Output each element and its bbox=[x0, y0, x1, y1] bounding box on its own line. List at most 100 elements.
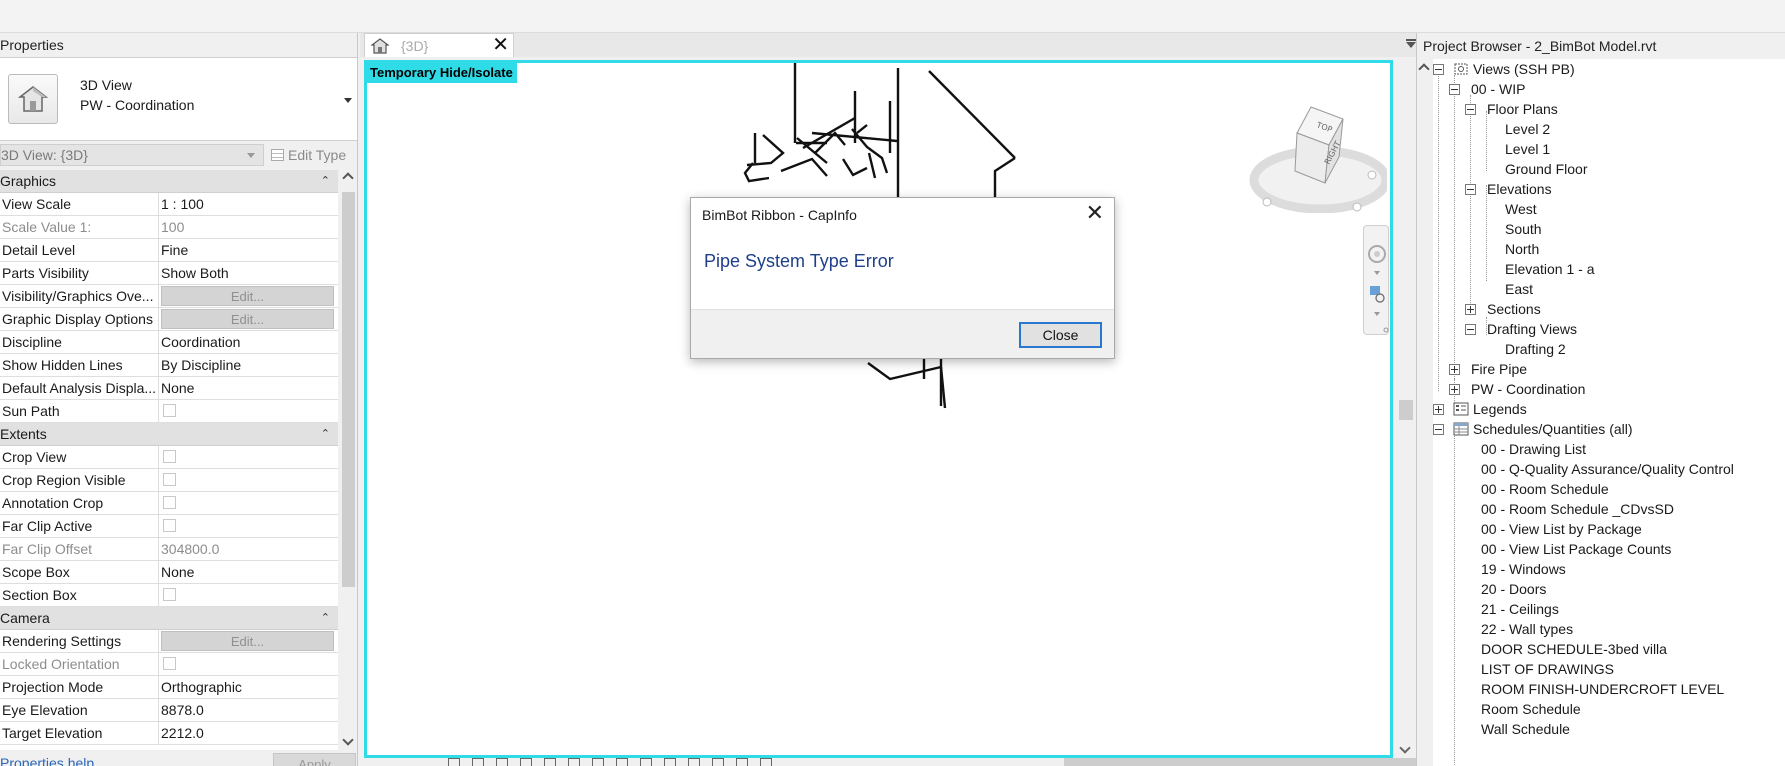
view-control-icon[interactable] bbox=[616, 758, 628, 766]
expand-icon[interactable] bbox=[1465, 304, 1476, 315]
view-control-icon[interactable] bbox=[592, 758, 604, 766]
properties-scrollbar[interactable] bbox=[339, 170, 357, 750]
navbar-options-icon[interactable] bbox=[1383, 327, 1389, 333]
eye-elevation-value[interactable]: 8878.0 bbox=[159, 699, 338, 721]
view-control-icon[interactable] bbox=[760, 758, 772, 766]
view-control-icon[interactable] bbox=[640, 758, 652, 766]
property-row[interactable]: Discipline Coordination bbox=[0, 331, 338, 354]
scroll-thumb[interactable] bbox=[1399, 400, 1413, 420]
vg-edit-button[interactable]: Edit... bbox=[161, 286, 334, 306]
properties-help-link[interactable]: Properties help bbox=[0, 755, 94, 766]
tree-leaf-schedule[interactable]: 00 - View List by Package bbox=[1481, 519, 1642, 540]
view-control-icon[interactable] bbox=[520, 758, 532, 766]
scroll-down-icon[interactable] bbox=[342, 734, 354, 746]
tree-leaf-elevation-1-a[interactable]: Elevation 1 - a bbox=[1505, 259, 1595, 280]
collapse-icon[interactable]: ⌃ bbox=[321, 170, 330, 193]
view-scale-value[interactable]: 1 : 100 bbox=[159, 193, 338, 215]
close-button[interactable]: Close bbox=[1019, 322, 1102, 348]
expand-icon[interactable] bbox=[1433, 404, 1444, 415]
scroll-thumb[interactable] bbox=[342, 192, 355, 587]
rendering-settings-edit-button[interactable]: Edit... bbox=[161, 631, 334, 651]
steering-wheel-dropdown-icon[interactable] bbox=[1374, 271, 1380, 275]
view-control-icon[interactable] bbox=[472, 758, 484, 766]
view-control-icon[interactable] bbox=[736, 758, 748, 766]
sun-path-checkbox[interactable] bbox=[163, 404, 176, 417]
tree-leaf-schedule[interactable]: 22 - Wall types bbox=[1481, 619, 1573, 640]
collapse-icon[interactable] bbox=[1465, 184, 1476, 195]
view-control-icon[interactable] bbox=[568, 758, 580, 766]
zoom-dropdown-icon[interactable] bbox=[1374, 312, 1380, 316]
view-control-icon[interactable] bbox=[688, 758, 700, 766]
property-row[interactable]: Default Analysis Displa... None bbox=[0, 377, 338, 400]
collapse-icon[interactable] bbox=[1465, 104, 1476, 115]
expand-icon[interactable] bbox=[1449, 384, 1460, 395]
graphic-display-edit-button[interactable]: Edit... bbox=[161, 309, 334, 329]
scroll-up-icon[interactable] bbox=[1418, 63, 1430, 75]
section-box-checkbox[interactable] bbox=[163, 588, 176, 601]
tree-leaf-ground-floor[interactable]: Ground Floor bbox=[1505, 159, 1587, 180]
tree-leaf-drafting-2[interactable]: Drafting 2 bbox=[1505, 339, 1566, 360]
property-row[interactable]: Target Elevation 2212.0 bbox=[0, 722, 338, 745]
tree-leaf-schedule[interactable]: 00 - Q-Quality Assurance/Quality Control bbox=[1481, 459, 1734, 480]
annotation-crop-checkbox[interactable] bbox=[163, 496, 176, 509]
view-vertical-scrollbar[interactable] bbox=[1396, 60, 1416, 758]
hidden-lines-value[interactable]: By Discipline bbox=[159, 354, 338, 376]
tab-3d-view[interactable]: {3D} ✕ bbox=[364, 33, 514, 57]
discipline-value[interactable]: Coordination bbox=[159, 331, 338, 353]
tree-leaf-level-2[interactable]: Level 2 bbox=[1505, 119, 1550, 140]
edit-type-button[interactable]: Edit Type bbox=[271, 144, 346, 166]
tree-leaf-schedule[interactable]: Wall Schedule bbox=[1481, 719, 1570, 740]
3d-viewport[interactable]: Temporary Hide/Isolate TOP RIGHT bbox=[364, 60, 1393, 758]
tree-leaf-south[interactable]: South bbox=[1505, 219, 1542, 240]
collapse-icon[interactable] bbox=[1449, 84, 1460, 95]
property-row[interactable]: Eye Elevation 8878.0 bbox=[0, 699, 338, 722]
tree-leaf-schedule[interactable]: ROOM FINISH-UNDERCROFT LEVEL bbox=[1481, 679, 1724, 700]
target-elevation-value[interactable]: 2212.0 bbox=[159, 722, 338, 744]
tree-leaf-west[interactable]: West bbox=[1505, 199, 1537, 220]
browser-scrollbar[interactable] bbox=[1417, 59, 1433, 766]
property-row[interactable]: Parts Visibility Show Both bbox=[0, 262, 338, 285]
collapse-icon[interactable]: ⌃ bbox=[321, 607, 330, 630]
tree-leaf-schedule[interactable]: 21 - Ceilings bbox=[1481, 599, 1559, 620]
detail-level-value[interactable]: Fine bbox=[159, 239, 338, 261]
tree-leaf-level-1[interactable]: Level 1 bbox=[1505, 139, 1550, 160]
section-graphics[interactable]: Graphics ⌃ bbox=[0, 170, 338, 193]
tree-leaf-schedule[interactable]: LIST OF DRAWINGS bbox=[1481, 659, 1614, 680]
horizontal-scroll-thumb[interactable] bbox=[1064, 758, 1464, 766]
type-dropdown-arrow-icon[interactable] bbox=[344, 98, 352, 103]
property-row[interactable]: View Scale 1 : 100 bbox=[0, 193, 338, 216]
property-row[interactable]: Show Hidden Lines By Discipline bbox=[0, 354, 338, 377]
projection-mode-value[interactable]: Orthographic bbox=[159, 676, 338, 698]
property-row[interactable]: Detail Level Fine bbox=[0, 239, 338, 262]
tree-leaf-schedule[interactable]: 00 - Room Schedule bbox=[1481, 479, 1609, 500]
crop-view-checkbox[interactable] bbox=[163, 450, 176, 463]
property-row[interactable]: Scope Box None bbox=[0, 561, 338, 584]
view-control-icon[interactable] bbox=[544, 758, 556, 766]
scroll-up-icon[interactable] bbox=[342, 172, 354, 184]
section-camera[interactable]: Camera ⌃ bbox=[0, 607, 338, 630]
apply-button[interactable]: Apply bbox=[273, 753, 356, 766]
navigation-bar[interactable] bbox=[1363, 225, 1389, 335]
tree-leaf-schedule[interactable]: 00 - Room Schedule _CDvsSD bbox=[1481, 499, 1674, 520]
tree-leaf-east[interactable]: East bbox=[1505, 279, 1533, 300]
tree-leaf-north[interactable]: North bbox=[1505, 239, 1539, 260]
temporary-hide-isolate-banner[interactable]: Temporary Hide/Isolate bbox=[367, 63, 517, 83]
close-icon[interactable]: ✕ bbox=[492, 34, 509, 56]
tree-leaf-schedule[interactable]: 00 - Drawing List bbox=[1481, 439, 1586, 460]
collapse-icon[interactable] bbox=[1433, 424, 1444, 435]
view-control-icon[interactable] bbox=[448, 758, 460, 766]
section-extents[interactable]: Extents ⌃ bbox=[0, 423, 338, 446]
collapse-icon[interactable] bbox=[1465, 324, 1476, 335]
instance-selector[interactable]: 3D View: {3D} bbox=[0, 144, 264, 166]
collapse-icon[interactable]: ⌃ bbox=[321, 423, 330, 446]
tabs-menu-icon[interactable] bbox=[1406, 42, 1416, 48]
crop-region-visible-checkbox[interactable] bbox=[163, 473, 176, 486]
analysis-display-value[interactable]: None bbox=[159, 377, 338, 399]
view-control-icon[interactable] bbox=[664, 758, 676, 766]
tree-leaf-schedule[interactable]: 19 - Windows bbox=[1481, 559, 1566, 580]
property-row[interactable]: Projection Mode Orthographic bbox=[0, 676, 338, 699]
viewcube-icon[interactable]: TOP RIGHT bbox=[1247, 103, 1387, 213]
expand-icon[interactable] bbox=[1449, 364, 1460, 375]
collapse-icon[interactable] bbox=[1433, 64, 1444, 75]
tree-leaf-schedule[interactable]: 20 - Doors bbox=[1481, 579, 1546, 600]
